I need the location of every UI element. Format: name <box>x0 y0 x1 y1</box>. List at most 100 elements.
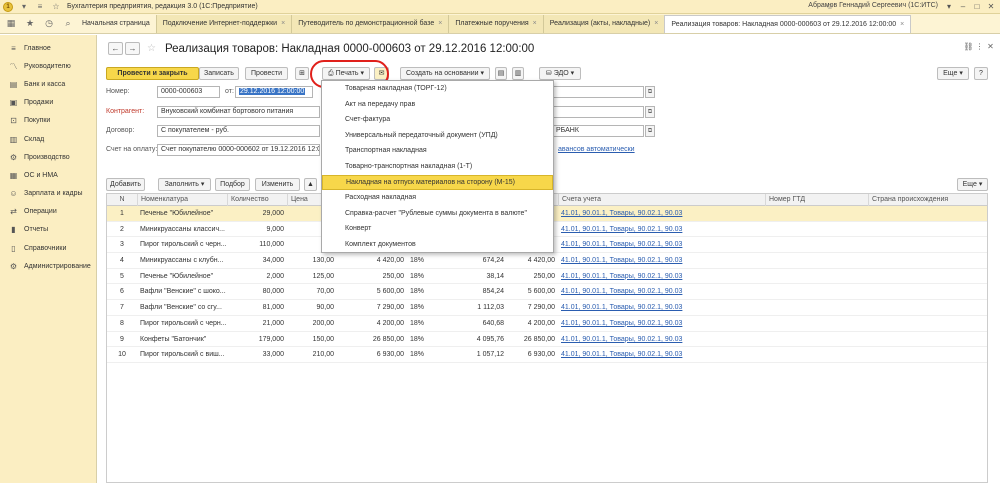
close-icon[interactable]: × <box>533 20 537 27</box>
close-icon[interactable]: × <box>281 20 285 27</box>
tab-guide[interactable]: Путеводитель по демонстрационной базе × <box>291 15 449 33</box>
app-logo-icon[interactable]: 1 <box>3 1 13 12</box>
cell-account[interactable]: 41.01, 90.01.1, Товары, 90.02.1, 90.03 <box>558 206 765 222</box>
sidebar-item-main[interactable]: ≡ Главное <box>0 39 96 57</box>
link-icon[interactable]: ⛓ <box>963 42 974 51</box>
col-country[interactable]: Страна происхождения <box>868 194 988 206</box>
pick-button[interactable]: Подбор <box>215 178 250 191</box>
close-icon[interactable]: × <box>900 21 904 28</box>
cell-account[interactable]: 41.01, 90.01.1, Товары, 90.02.1, 90.03 <box>558 269 765 285</box>
dropdown-arrow-icon[interactable]: ▾ <box>19 2 29 12</box>
table-row[interactable]: 7 Вафли "Венские" со сгу... 81,000 90,00 7 2… <box>107 300 987 316</box>
tab-sales-list[interactable]: Реализация (акты, накладные) × <box>542 15 665 33</box>
table-row[interactable]: 9 Конфеты "Батончик" 179,000 150,00 26 850,0… <box>107 332 987 348</box>
sidebar-item-assets[interactable]: ▦ ОС и НМА <box>0 166 96 184</box>
table-row[interactable]: 5 Печенье "Юбилейное" 2,000 125,00 250,00 18%… <box>107 269 987 285</box>
sidebar-item-operations[interactable]: ⇄ Операции <box>0 203 96 221</box>
star-icon[interactable]: ★ <box>22 15 38 31</box>
attachment-icon[interactable]: ▥ <box>512 67 524 80</box>
search-icon[interactable]: ⌕ <box>60 15 76 31</box>
tab-payment-orders[interactable]: Платежные поручения × <box>448 15 543 33</box>
print-menu-item[interactable]: Товарная накладная (ТОРГ-12) <box>322 81 553 97</box>
print-menu-item[interactable]: Справка-расчет "Рублевые суммы документа… <box>322 206 553 222</box>
fill-button[interactable]: Заполнить ▾ <box>158 178 211 191</box>
print-menu-item[interactable]: Транспортная накладная <box>322 143 553 159</box>
sidebar-item-purchases[interactable]: ⊡ Покупки <box>0 112 96 130</box>
sidebar-item-salary[interactable]: ☺ Зарплата и кадры <box>0 185 96 203</box>
favorite-star-icon[interactable]: ☆ <box>147 43 156 54</box>
sidebar-item-reports[interactable]: ▮ Отчеты <box>0 221 96 239</box>
more-icon[interactable]: ⋮ <box>974 42 985 51</box>
col-price[interactable]: Цена <box>287 194 322 206</box>
print-menu-item[interactable]: Счет-фактура <box>322 112 553 128</box>
table-more-button[interactable]: Еще ▾ <box>957 178 988 191</box>
col-qty[interactable]: Количество <box>227 194 287 206</box>
close-icon[interactable]: × <box>654 20 658 27</box>
counterparty-field[interactable]: Внуковский комбинат бортового питания <box>157 106 320 118</box>
tab-internet-support[interactable]: Подключение Интернет-поддержки × <box>155 15 292 33</box>
cell-account[interactable]: 41.01, 90.01.1, Товары, 90.02.1, 90.03 <box>558 237 765 253</box>
date-field[interactable]: 29.12.2016 12:00:00 <box>235 86 313 98</box>
close-icon[interactable]: ✕ <box>984 1 998 12</box>
history-icon[interactable]: ◷ <box>41 15 57 31</box>
contract-field[interactable]: С покупателем - руб. <box>157 125 320 137</box>
sidebar-item-manager[interactable]: 〽 Руководителю <box>0 57 96 75</box>
col-account[interactable]: Счета учета <box>558 194 765 206</box>
cell-account[interactable]: 41.01, 90.01.1, Товары, 90.02.1, 90.03 <box>558 284 765 300</box>
move-up-icon[interactable]: ▲ <box>304 178 317 191</box>
print-menu-item[interactable]: Товарно-транспортная накладная (1-Т) <box>322 159 553 175</box>
close-icon[interactable]: ✕ <box>985 42 996 51</box>
table-row[interactable]: 6 Вафли "Венские" с шоко... 80,000 70,00 5 6… <box>107 284 987 301</box>
tab-home[interactable]: Начальная страница <box>76 15 156 33</box>
table-row[interactable]: 8 Пирог тирольский с черн... 21,000 200,00 4… <box>107 316 987 332</box>
favorites-star-icon[interactable]: ☆ <box>51 2 61 12</box>
cell-account[interactable]: 41.01, 90.01.1, Товары, 90.02.1, 90.03 <box>558 222 765 238</box>
print-menu-item[interactable]: Накладная на отпуск материалов на сторон… <box>322 174 553 191</box>
cell-account[interactable]: 41.01, 90.01.1, Товары, 90.02.1, 90.03 <box>558 347 765 363</box>
sidebar-item-bank[interactable]: ▤ Банк и касса <box>0 75 96 93</box>
settings-icon[interactable]: ▾ <box>942 1 956 12</box>
create-based-on-button[interactable]: Создать на основании ▾ <box>400 67 490 80</box>
bank-account-field[interactable]: РБАНК <box>552 125 644 137</box>
print-menu-item[interactable]: Акт на передачу прав <box>322 97 553 113</box>
cell-account[interactable]: 41.01, 90.01.1, Товары, 90.02.1, 90.03 <box>558 316 765 332</box>
back-button[interactable]: ← <box>108 42 123 55</box>
col-n[interactable]: N <box>107 194 137 206</box>
sections-icon[interactable]: ▦ <box>3 15 19 31</box>
cell-account[interactable]: 41.01, 90.01.1, Товары, 90.02.1, 90.03 <box>558 300 765 316</box>
sidebar-item-warehouse[interactable]: ▥ Склад <box>0 130 96 148</box>
change-button[interactable]: Изменить <box>255 178 300 191</box>
print-menu-item[interactable]: Комплект документов <box>322 237 553 253</box>
tab-current-document[interactable]: Реализация товаров: Накладная 0000-00060… <box>664 15 912 33</box>
close-icon[interactable]: × <box>438 20 442 27</box>
open-icon[interactable]: ⧉ <box>645 125 655 137</box>
org-field[interactable] <box>552 86 644 98</box>
table-row[interactable]: 4 Миникруассаны с клубн... 34,000 130,00 4 4… <box>107 253 987 269</box>
warehouse-field[interactable] <box>552 106 644 118</box>
cell-account[interactable]: 41.01, 90.01.1, Товары, 90.02.1, 90.03 <box>558 332 765 348</box>
edo-button[interactable]: ⛁ ЭДО ▾ <box>539 67 581 80</box>
report-icon[interactable]: ▤ <box>495 67 507 80</box>
sidebar-item-admin[interactable]: ⚙ Администрирование <box>0 257 96 275</box>
advance-link[interactable]: авансов автоматически <box>558 146 635 153</box>
sidebar-item-sales[interactable]: ▣ Продажи <box>0 94 96 112</box>
table-row[interactable]: 10 Пирог тирольский с виш... 33,000 210,00 6… <box>107 347 987 363</box>
menu-icon[interactable]: ≡ <box>35 2 45 12</box>
print-menu-item[interactable]: Расходная накладная <box>322 190 553 206</box>
minimize-icon[interactable]: – <box>956 1 970 12</box>
col-gtd[interactable]: Номер ГТД <box>765 194 868 206</box>
cell-account[interactable]: 41.01, 90.01.1, Товары, 90.02.1, 90.03 <box>558 253 765 269</box>
more-button[interactable]: Еще ▾ <box>937 67 969 80</box>
open-icon[interactable]: ⧉ <box>645 106 655 118</box>
post-button[interactable]: Провести <box>245 67 288 80</box>
sidebar-item-production[interactable]: ⚙ Производство <box>0 148 96 166</box>
save-button[interactable]: Записать <box>199 67 239 80</box>
forward-button[interactable]: → <box>125 42 140 55</box>
journal-icon[interactable]: ⊞ <box>295 67 309 80</box>
col-item[interactable]: Номенклатура <box>137 194 227 206</box>
help-icon[interactable]: ? <box>974 67 988 80</box>
post-and-close-button[interactable]: Провести и закрыть <box>106 67 199 80</box>
print-menu-item[interactable]: Универсальный передаточный документ (УПД… <box>322 128 553 144</box>
open-icon[interactable]: ⧉ <box>645 86 655 98</box>
number-field[interactable]: 0000-000603 <box>157 86 220 98</box>
